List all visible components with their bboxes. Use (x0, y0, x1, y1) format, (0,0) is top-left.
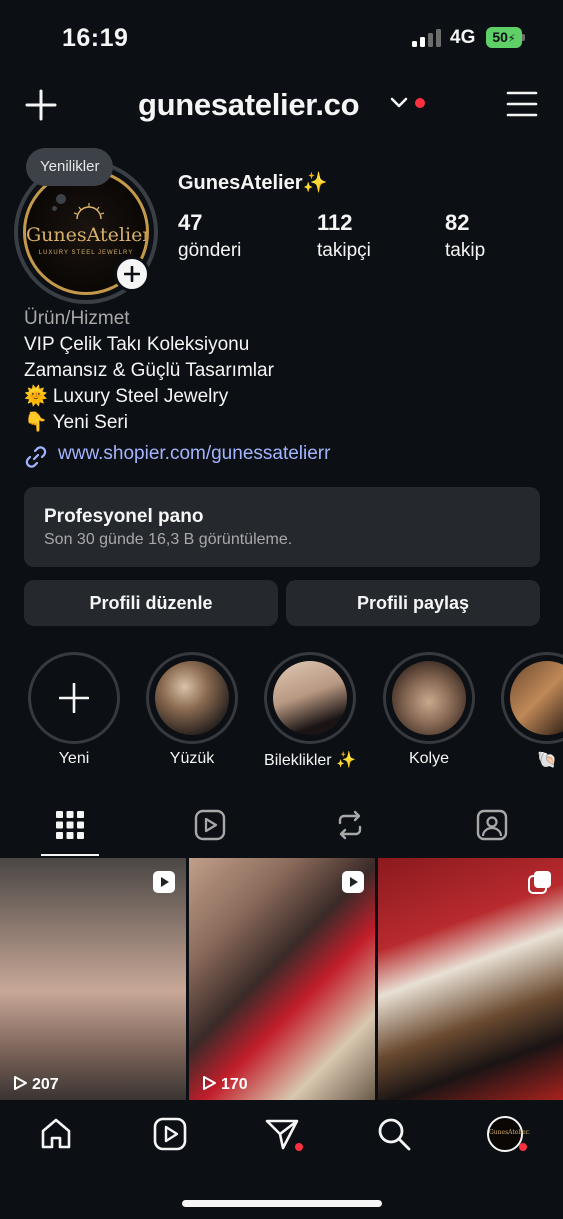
bio-line: 🌞 Luxury Steel Jewelry (24, 386, 229, 407)
view-count: 207 (12, 1075, 59, 1094)
profile-notification-dot (519, 1143, 527, 1151)
avatar-logo-text: GunesAtelier. (26, 224, 149, 246)
tab-reels-icon[interactable] (193, 808, 227, 842)
dashboard-title: Profesyonel pano (44, 506, 204, 527)
battery-level: 50 (492, 29, 508, 45)
profile-note[interactable]: Yenilikler (26, 148, 114, 186)
bio-line: VIP Çelik Takı Koleksiyonu (24, 334, 250, 355)
network-type: 4G (450, 27, 476, 48)
highlight-cover-image (273, 661, 347, 735)
messages-notification-dot (295, 1143, 303, 1151)
add-story-button[interactable] (114, 256, 150, 292)
reels-icon[interactable] (152, 1116, 188, 1152)
note-bubble-dot (56, 194, 66, 204)
plus-icon (59, 683, 89, 713)
bio-line: 👇 Yeni Seri (24, 412, 128, 433)
profile-link-text[interactable]: www.shopier.com/gunessatelierr (58, 443, 330, 465)
create-plus-icon[interactable] (24, 88, 58, 122)
reel-badge-icon (342, 871, 364, 893)
highlight-label: Kolye (408, 750, 450, 767)
stat-following[interactable]: 82 takip (445, 210, 485, 262)
avatar-logo-subtext: LUXURY STEEL JEWELRY (38, 250, 134, 256)
stat-posts-label: gönderi (178, 240, 242, 261)
post-thumbnail[interactable]: 207 (0, 858, 186, 1100)
share-profile-button[interactable]: Profili paylaş (286, 580, 540, 626)
hamburger-menu-icon[interactable] (506, 90, 538, 118)
highlight-label: Yüzük (169, 750, 215, 767)
tab-reposts-icon[interactable] (333, 808, 367, 842)
profile-bio: Ürün/Hizmet VIP Çelik Takı Koleksiyonu Z… (24, 306, 544, 436)
profile-tabs (0, 800, 563, 858)
highlight-shell[interactable]: 🐚 (501, 652, 563, 769)
home-indicator (182, 1200, 382, 1207)
view-count-text: 207 (32, 1076, 59, 1093)
sun-logo-icon (73, 203, 105, 220)
note-bubble-dot-small (52, 206, 57, 211)
stat-followers[interactable]: 112 takipçi (317, 210, 371, 262)
stat-posts-value: 47 (178, 210, 203, 235)
account-username[interactable]: gunesatelier.co (138, 87, 360, 123)
stat-following-value: 82 (445, 210, 470, 235)
signal-icon (412, 29, 442, 47)
profile-tab-logo-text: GunesAtelier. (489, 1129, 530, 1136)
plus-icon (124, 266, 140, 282)
post-thumbnail[interactable] (378, 858, 563, 1100)
edit-profile-button[interactable]: Profili düzenle (24, 580, 278, 626)
highlight-cover-image (510, 661, 563, 735)
stat-followers-label: takipçi (317, 240, 371, 261)
battery-tip (522, 34, 525, 41)
professional-dashboard[interactable]: Profesyonel pano Son 30 günde 16,3 B gör… (24, 487, 540, 567)
tab-grid-icon[interactable] (53, 808, 87, 842)
status-bar: 16:19 4G 50⚡ (0, 0, 563, 72)
highlight-new[interactable]: Yeni (28, 652, 120, 767)
profile-tab-avatar[interactable]: GunesAtelier. (487, 1116, 530, 1152)
highlight-cover-image (155, 661, 229, 735)
highlight-kolye[interactable]: Kolye (383, 652, 475, 767)
play-count-icon (203, 1076, 216, 1090)
profile-header: gunesatelier.co (0, 80, 563, 130)
display-name: GunesAtelier✨ (178, 172, 328, 194)
stat-posts[interactable]: 47 gönderi (178, 210, 241, 262)
play-count-icon (14, 1076, 27, 1090)
battery-icon: 50⚡ (486, 27, 522, 48)
view-count: 170 (201, 1075, 248, 1094)
stat-following-label: takip (445, 240, 486, 261)
highlight-bileklikler[interactable]: Bileklikler ✨ (264, 652, 356, 769)
view-count-text: 170 (221, 1076, 248, 1093)
highlight-label: 🐚 (537, 752, 557, 769)
tab-tagged-icon[interactable] (475, 808, 509, 842)
status-time: 16:19 (62, 24, 129, 52)
post-thumbnail[interactable]: 170 (189, 858, 375, 1100)
chevron-down-icon[interactable] (390, 96, 408, 110)
reel-badge-icon (153, 871, 175, 893)
profile-category: Ürün/Hizmet (24, 308, 130, 329)
highlight-cover-image (392, 661, 466, 735)
posts-grid: 207 170 (0, 858, 563, 1100)
link-icon (25, 446, 47, 468)
notification-dot (415, 98, 425, 108)
stat-followers-value: 112 (317, 210, 353, 235)
dashboard-subtitle: Son 30 günde 16,3 B görüntüleme. (44, 531, 293, 548)
highlight-label: Bileklikler ✨ (264, 752, 356, 769)
bio-line: Zamansız & Güçlü Tasarımlar (24, 360, 274, 381)
highlight-yuzuk[interactable]: Yüzük (146, 652, 238, 767)
active-tab-indicator (41, 854, 99, 856)
home-icon[interactable] (38, 1116, 74, 1152)
search-icon[interactable] (376, 1116, 412, 1152)
highlight-label: Yeni (58, 750, 90, 767)
carousel-badge-icon (528, 871, 551, 894)
